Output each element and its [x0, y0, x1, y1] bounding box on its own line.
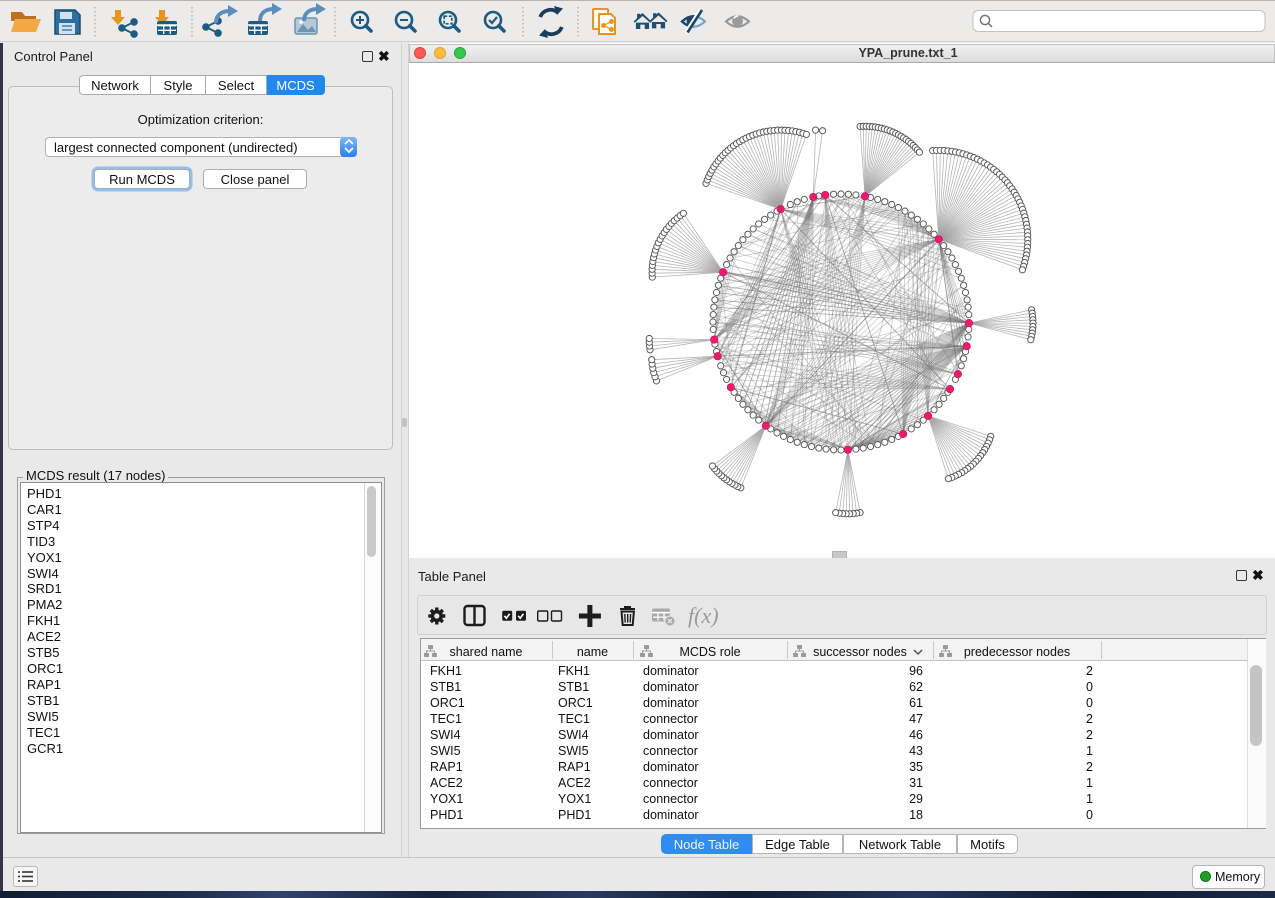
svg-text:f(x): f(x)	[688, 603, 719, 628]
